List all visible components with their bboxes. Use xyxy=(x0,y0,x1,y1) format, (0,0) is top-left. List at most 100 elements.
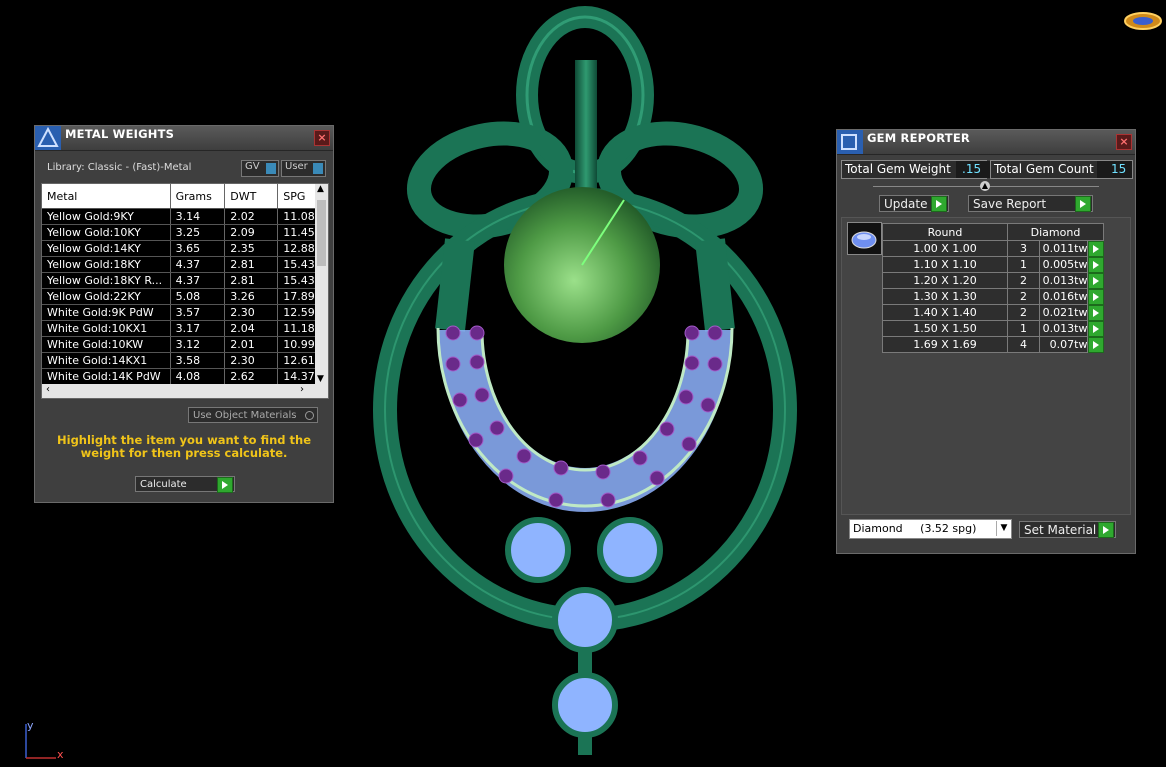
metal-table-container[interactable]: Metal Grams DWT SPG Yellow Gold:9KY 3.14 2.02… xyxy=(41,183,329,399)
metal-cell: 3.57 xyxy=(170,304,226,321)
gem-cell: 3 xyxy=(1006,240,1040,257)
table-row[interactable]: Yellow Gold:14KY 3.65 2.35 12.88 xyxy=(42,240,328,257)
metal-cell: Yellow Gold:18KY R... xyxy=(42,272,171,289)
set-material-go-icon xyxy=(1098,522,1114,538)
gem-reporter-titlebar[interactable]: GEM REPORTER × xyxy=(837,130,1135,155)
gem-row[interactable]: 1.69 X 1.69 4 0.07tw xyxy=(882,336,1105,353)
metal-weights-close-button[interactable]: × xyxy=(314,130,330,146)
gem-row-go-button[interactable] xyxy=(1087,256,1105,273)
total-weight-box: Total Gem Weight .15 xyxy=(841,160,992,179)
gem-reporter-close-button[interactable]: × xyxy=(1116,134,1132,150)
gem-row[interactable]: 1.10 X 1.10 1 0.005tw xyxy=(882,256,1105,273)
use-object-materials-label: Use Object Materials xyxy=(193,410,297,421)
scroll-up-icon[interactable]: ▲ xyxy=(317,184,324,194)
metal-table-vscroll[interactable]: ▲ ▼ xyxy=(315,184,328,384)
gem-row[interactable]: 1.50 X 1.50 1 0.013tw xyxy=(882,320,1105,337)
gem-row-go-button[interactable] xyxy=(1087,240,1105,257)
update-go-icon xyxy=(931,196,947,212)
table-row[interactable]: White Gold:14K PdW 4.08 2.62 14.37 xyxy=(42,368,328,385)
gem-table: Round Diamond 1.00 X 1.00 3 0.011tw 1.10 X … xyxy=(882,223,1105,353)
gem-thumbnail[interactable] xyxy=(847,222,882,255)
scroll-down-icon[interactable]: ▼ xyxy=(317,374,324,384)
metal-cell: 2.30 xyxy=(224,304,279,321)
gem-row-go-button[interactable] xyxy=(1087,320,1105,337)
save-report-label: Save Report xyxy=(973,197,1047,211)
update-button[interactable]: Update xyxy=(879,195,949,212)
user-toggle-label: User xyxy=(285,161,308,172)
metal-cell: 2.81 xyxy=(224,272,279,289)
set-material-button[interactable]: Set Material xyxy=(1019,521,1116,538)
dropdown-arrow-icon[interactable]: ▼ xyxy=(996,521,1011,536)
metal-weights-icon xyxy=(35,126,61,150)
metal-cell: 2.81 xyxy=(224,256,279,273)
play-icon xyxy=(1088,289,1105,305)
scroll-left-icon[interactable]: ‹ xyxy=(46,384,50,395)
gv-toggle-label: GV xyxy=(245,161,260,172)
metal-cell: White Gold:10KX1 xyxy=(42,320,171,337)
total-count-box: Total Gem Count 15 xyxy=(990,160,1133,179)
gv-toggle[interactable]: GV xyxy=(241,160,279,177)
gv-toggle-knob xyxy=(266,163,276,174)
table-row[interactable]: White Gold:9K PdW 3.57 2.30 12.59 xyxy=(42,304,328,321)
metal-col-grams[interactable]: Grams xyxy=(170,184,226,209)
metal-cell: 3.14 xyxy=(170,208,226,225)
metal-cell: 4.08 xyxy=(170,368,226,385)
gem-cell: 0.07tw xyxy=(1038,336,1089,353)
calculate-label: Calculate xyxy=(140,479,187,490)
play-icon xyxy=(1088,273,1105,289)
table-row[interactable]: Yellow Gold:22KY 5.08 3.26 17.89 xyxy=(42,288,328,305)
play-icon xyxy=(1088,321,1105,337)
use-object-materials-button[interactable]: Use Object Materials xyxy=(188,407,318,423)
metal-cell: 2.35 xyxy=(224,240,279,257)
metal-cell: 3.58 xyxy=(170,352,226,369)
gem-cell: 2 xyxy=(1006,304,1040,321)
metal-cell: White Gold:9K PdW xyxy=(42,304,171,321)
gem-row-go-button[interactable] xyxy=(1087,288,1105,305)
vscroll-thumb[interactable] xyxy=(317,200,326,266)
table-row[interactable]: Yellow Gold:10KY 3.25 2.09 11.45 xyxy=(42,224,328,241)
metal-cell: 5.08 xyxy=(170,288,226,305)
metal-col-dwt[interactable]: DWT xyxy=(224,184,279,209)
collapse-icon[interactable]: ▲ xyxy=(980,181,990,191)
metal-col-metal[interactable]: Metal xyxy=(42,184,171,209)
gem-cell: 1.69 X 1.69 xyxy=(882,336,1008,353)
gem-row[interactable]: 1.30 X 1.30 2 0.016tw xyxy=(882,288,1105,305)
material-select-value: Diamond (3.52 spg) xyxy=(853,522,977,535)
table-row[interactable]: Yellow Gold:18KY 4.37 2.81 15.43 xyxy=(42,256,328,273)
library-label: Library: Classic - (Fast)-Metal xyxy=(47,162,192,173)
save-report-button[interactable]: Save Report xyxy=(968,195,1093,212)
metal-weights-titlebar[interactable]: METAL WEIGHTS × xyxy=(35,126,333,151)
total-weight-value: .15 xyxy=(956,161,992,178)
metal-cell: 2.04 xyxy=(224,320,279,337)
gem-row-go-button[interactable] xyxy=(1087,272,1105,289)
total-count-label: Total Gem Count xyxy=(994,162,1094,176)
scroll-right-icon[interactable]: › xyxy=(300,384,304,395)
metal-cell: 4.37 xyxy=(170,256,226,273)
metal-weights-panel: METAL WEIGHTS × Library: Classic - (Fast… xyxy=(34,125,334,503)
metal-table-hscroll[interactable]: ‹ › xyxy=(42,384,328,398)
metal-cell: White Gold:14KX1 xyxy=(42,352,171,369)
metal-cell: White Gold:10KW xyxy=(42,336,171,353)
table-row[interactable]: Yellow Gold:9KY 3.14 2.02 11.08 xyxy=(42,208,328,225)
gem-row[interactable]: 1.00 X 1.00 3 0.011tw xyxy=(882,240,1105,257)
gem-cell: 2 xyxy=(1006,272,1040,289)
gem-col-shape: Round xyxy=(882,223,1008,241)
app-logo-icon[interactable] xyxy=(1123,10,1163,32)
metal-cell: 2.30 xyxy=(224,352,279,369)
gem-row-go-button[interactable] xyxy=(1087,304,1105,321)
gem-row[interactable]: 1.40 X 1.40 2 0.021tw xyxy=(882,304,1105,321)
table-row[interactable]: White Gold:14KX1 3.58 2.30 12.61 xyxy=(42,352,328,369)
metal-cell: 4.37 xyxy=(170,272,226,289)
calculate-go-icon xyxy=(217,477,233,493)
material-select[interactable]: Diamond (3.52 spg) ▼ xyxy=(849,519,1012,539)
table-row[interactable]: Yellow Gold:18KY R... 4.37 2.81 15.43 xyxy=(42,272,328,289)
gem-col-material: Diamond xyxy=(1006,223,1105,241)
gem-row-go-button[interactable] xyxy=(1087,336,1105,353)
calculate-button[interactable]: Calculate xyxy=(135,476,235,493)
play-icon xyxy=(1088,337,1105,353)
user-toggle[interactable]: User xyxy=(281,160,326,177)
table-row[interactable]: White Gold:10KX1 3.17 2.04 11.18 xyxy=(42,320,328,337)
gem-row[interactable]: 1.20 X 1.20 2 0.013tw xyxy=(882,272,1105,289)
play-icon xyxy=(1088,257,1105,273)
table-row[interactable]: White Gold:10KW 3.12 2.01 10.99 xyxy=(42,336,328,353)
